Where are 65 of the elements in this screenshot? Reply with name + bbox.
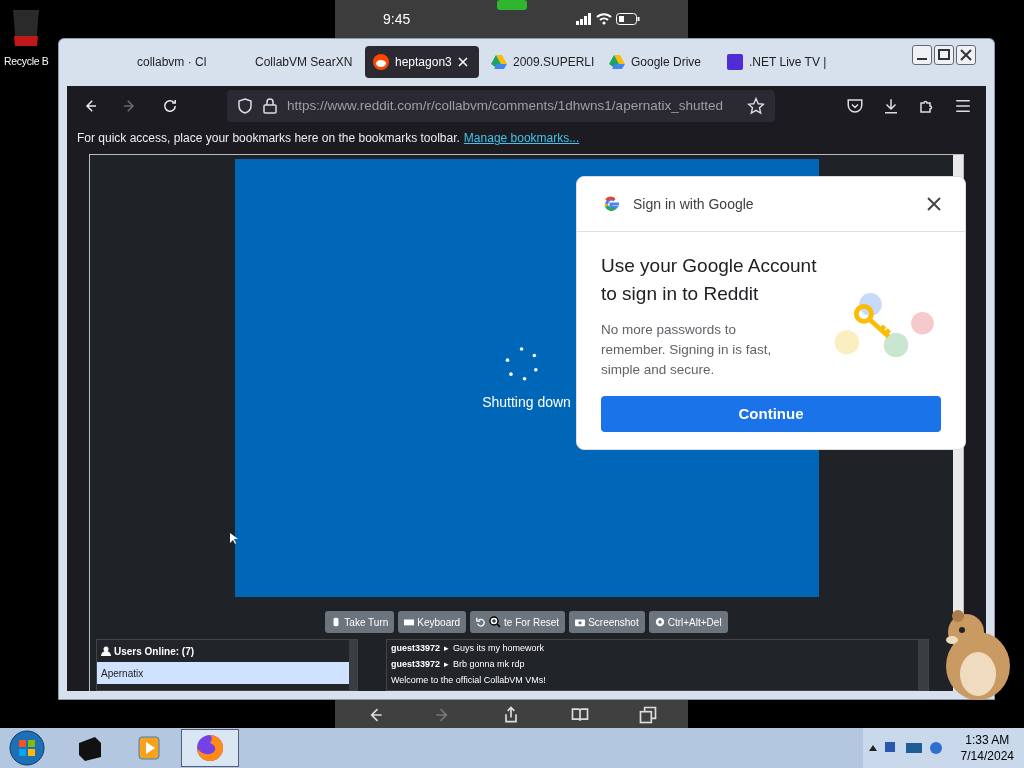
- bookmarks-hint: For quick access, place your bookmarks here on the bookmarks toolbar.: [77, 130, 460, 148]
- chat-arrow: ▸: [444, 642, 450, 654]
- popup-header-title: Sign in with Google: [633, 194, 754, 214]
- tab-title: heptagon3: [395, 54, 452, 72]
- manage-bookmarks-link[interactable]: Manage bookmarks...: [463, 129, 580, 148]
- user-list-item[interactable]: Apernatix: [97, 662, 349, 684]
- status-time: 9:45: [383, 9, 411, 29]
- wifi-icon: [596, 13, 612, 25]
- url-field[interactable]: https://www.reddit.com/r/collabvm/comments/1dhwns1/apernatix_shutted: [227, 90, 775, 123]
- tab-title: .NET Live TV |: [749, 54, 827, 72]
- scrollbar[interactable]: [349, 640, 357, 690]
- triangle-logo-icon: [491, 55, 507, 70]
- browser-tab[interactable]: CollabVM SearXN: [247, 46, 361, 79]
- tabs-icon: [637, 705, 658, 725]
- vm-keyboard-button[interactable]: Keyboard: [398, 611, 467, 633]
- chat-welcome-text: Welcome to the official CollabVM VMs!: [391, 674, 547, 686]
- browser-tab[interactable]: Google Drive: [601, 46, 715, 79]
- chat-message: Brb gonna mk rdp: [453, 658, 525, 670]
- popup-description: No more passwords to remember. Signing in is fast, simple and secure.: [601, 321, 773, 379]
- vm-screenshot-button[interactable]: Screenshot: [569, 611, 645, 633]
- battery-icon: [616, 13, 640, 25]
- tab-title: CollabVM SearXN: [255, 54, 353, 72]
- popup-heading: Use your Google Account to sign in to Reddit: [601, 254, 818, 306]
- vm-turn-button[interactable]: Take Turn: [325, 611, 395, 633]
- clock-date: 7/14/2024: [960, 748, 1014, 764]
- minimize-icon: [917, 58, 927, 60]
- start-orb-icon[interactable]: [9, 730, 45, 766]
- close-icon[interactable]: [927, 197, 941, 211]
- close-button[interactable]: [956, 45, 976, 65]
- icon-label: Recycle B: [4, 54, 49, 69]
- signal-icon: [576, 13, 592, 25]
- magnifier-cursor-icon: [489, 616, 502, 628]
- scrollbar[interactable]: [918, 640, 928, 690]
- tab-title: Google Drive: [631, 54, 702, 72]
- undo-icon: [476, 617, 487, 627]
- continue-button[interactable]: Continue: [601, 396, 941, 432]
- vm-cad-button[interactable]: Ctrl+Alt+Del: [648, 611, 728, 633]
- pocket-icon[interactable]: [846, 97, 864, 116]
- tab-title: collabvm · Cl: [137, 54, 207, 72]
- taskbar-item[interactable]: [181, 729, 239, 767]
- vm-reset-button[interactable]: te For Reset: [470, 611, 566, 633]
- minimize-button[interactable]: [912, 45, 932, 65]
- chat-arrow: ▸: [444, 658, 450, 670]
- tab-title: 2009.SUPERLI: [513, 54, 595, 72]
- url-text: https://www.reddit.com/r/collabvm/comments/1dhwns1/apernatix_shutted: [287, 97, 724, 116]
- user-icon: [101, 646, 111, 656]
- shutdown-status: Shutting down: [482, 392, 571, 412]
- download-icon[interactable]: [882, 97, 900, 116]
- camera-icon: [575, 617, 586, 627]
- browser-tab[interactable]: heptagon3: [365, 46, 479, 79]
- chat-username: guest33972: [391, 658, 441, 670]
- star-icon[interactable]: [747, 97, 765, 116]
- mouse-pointer-icon: [230, 533, 238, 545]
- up-arrow-icon[interactable]: [868, 744, 877, 752]
- browser-tab[interactable]: 2009.SUPERLI: [483, 46, 597, 79]
- chat-username: guest33972: [391, 642, 441, 654]
- maximize-button[interactable]: [934, 45, 954, 65]
- shield-icon: [237, 98, 253, 115]
- chat-message: Guys its my homework: [453, 642, 545, 654]
- users-online-title: Users Online: (7): [114, 644, 195, 659]
- clock-time: 1:33 AM: [965, 732, 1010, 748]
- browser-tab[interactable]: collabvm · Cl: [129, 46, 243, 79]
- triangle-logo-icon: [609, 55, 625, 70]
- lock-icon: [263, 98, 277, 115]
- browser-tab[interactable]: .NET Live TV |: [719, 46, 833, 79]
